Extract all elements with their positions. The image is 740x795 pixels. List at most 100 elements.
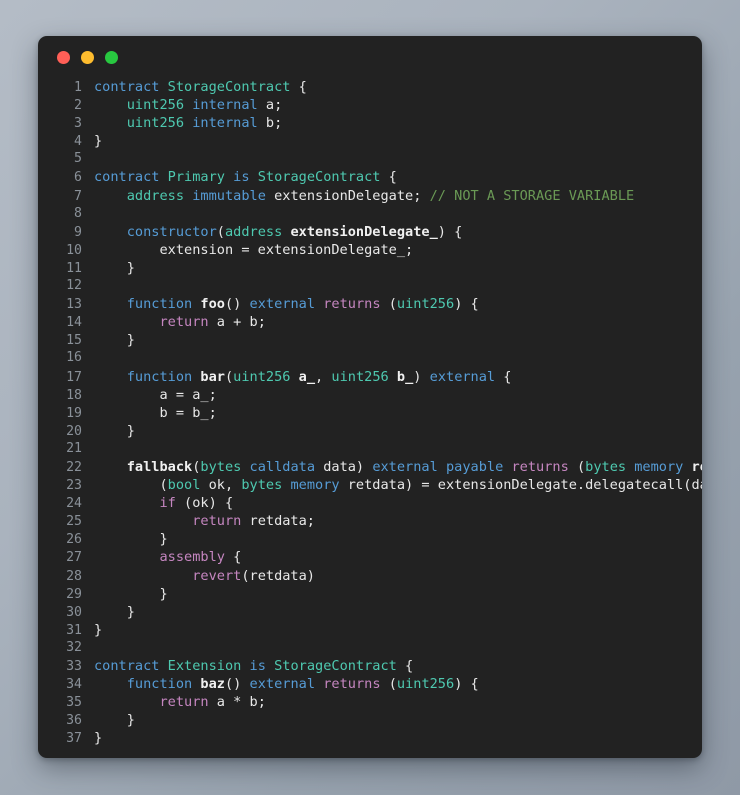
code-line: 33 contract Extension is StorageContract …	[38, 657, 702, 675]
code-line: 28 revert(retdata)	[38, 567, 702, 585]
code-token: uint256	[126, 115, 185, 132]
code-line-content: uint256 internal b;	[94, 114, 702, 132]
code-token: if	[159, 495, 176, 512]
code-token: }	[94, 585, 168, 602]
code-line-content: }	[94, 530, 702, 548]
code-line-content: function baz() external returns (uint256…	[94, 675, 702, 693]
code-line: 36 }	[38, 711, 702, 729]
code-line-content: }	[94, 729, 702, 747]
code-token: function	[126, 368, 193, 385]
code-line: 27 assembly {	[38, 548, 702, 566]
code-line: 7 address immutable extensionDelegate; /…	[38, 187, 702, 205]
close-window-button[interactable]	[57, 50, 70, 64]
code-token: }	[94, 712, 135, 729]
code-line-content: }	[94, 259, 702, 277]
code-token: ()	[224, 296, 250, 313]
line-number: 14	[66, 315, 82, 331]
code-token: (	[568, 458, 586, 475]
code-token: data)	[315, 458, 373, 475]
code-line-content: }	[94, 603, 702, 621]
line-number: 26	[66, 532, 82, 548]
code-token: ()	[224, 676, 250, 693]
code-line: 30 }	[38, 603, 702, 621]
code-line-content: address immutable extensionDelegate; // …	[94, 187, 702, 205]
code-line: 10 extension = extensionDelegate_;	[38, 241, 702, 259]
code-line: 11 }	[38, 259, 702, 277]
code-token: bar	[200, 368, 225, 385]
code-token: ) {	[437, 223, 463, 240]
code-line: 5	[38, 150, 702, 168]
code-line-content: return a + b;	[94, 313, 702, 331]
code-token: extension = extensionDelegate_;	[94, 241, 414, 258]
code-token: StorageContract	[274, 658, 397, 674]
code-line: 8	[38, 205, 702, 223]
code-line: 4}	[38, 132, 702, 150]
code-token: }	[94, 531, 168, 548]
code-token: return	[159, 694, 209, 711]
code-line-content: (bool ok, bytes memory retdata) = extens…	[94, 476, 702, 494]
code-line-content: constructor(address extensionDelegate_) …	[94, 223, 702, 241]
line-number: 24	[66, 496, 82, 512]
code-line: 21	[38, 440, 702, 458]
code-line: 26 }	[38, 530, 702, 548]
code-line-content: b = b_;	[94, 404, 702, 422]
code-line-content: }	[94, 621, 702, 639]
code-token: }	[94, 422, 135, 439]
line-number: 6	[74, 170, 82, 186]
code-token: ) {	[454, 296, 479, 313]
code-line: 34 function baz() external returns (uint…	[38, 675, 702, 693]
code-token: bool	[167, 477, 201, 494]
maximize-window-button[interactable]	[105, 50, 118, 64]
code-editor[interactable]: 1 contract StorageContract {2 uint256 int…	[38, 78, 702, 747]
code-line-content: fallback(bytes calldata data) external p…	[94, 458, 702, 476]
code-token: (ok) {	[175, 495, 234, 512]
code-line: 25 return retdata;	[38, 512, 702, 530]
code-token: is	[233, 169, 250, 186]
code-token: extensionDelegate_	[290, 223, 438, 240]
line-number: 16	[66, 350, 82, 366]
line-number: 31	[66, 622, 82, 638]
code-token: returns	[511, 458, 569, 475]
code-token: bytes	[200, 458, 242, 475]
line-number: 18	[66, 387, 82, 403]
code-token: internal	[192, 97, 258, 114]
line-number: 2	[74, 98, 82, 114]
code-token: )	[413, 368, 430, 385]
code-line: 6 contract Primary is StorageContract {	[38, 168, 702, 186]
code-line: 37}	[38, 729, 702, 747]
code-token: }	[94, 603, 135, 620]
code-token: return	[159, 314, 209, 331]
code-token: StorageContract	[257, 169, 381, 186]
code-token: contract	[94, 169, 160, 186]
code-token: payable	[445, 458, 504, 475]
code-line-content: }	[94, 711, 702, 729]
code-line-content: function foo() external returns (uint256…	[94, 295, 702, 313]
code-token: assembly	[159, 549, 225, 566]
line-number: 7	[74, 188, 82, 204]
code-token: address	[126, 187, 185, 204]
code-token: fallback	[126, 458, 193, 475]
line-number: 27	[66, 550, 82, 566]
code-line-content: return retdata;	[94, 512, 702, 530]
minimize-window-button[interactable]	[81, 50, 94, 64]
code-line-content: revert(retdata)	[94, 567, 702, 585]
code-token: internal	[192, 115, 258, 132]
code-line-content: extension = extensionDelegate_;	[94, 241, 702, 259]
code-line: 18 a = a_;	[38, 386, 702, 404]
code-token: {	[495, 368, 512, 385]
line-number: 4	[74, 134, 82, 150]
